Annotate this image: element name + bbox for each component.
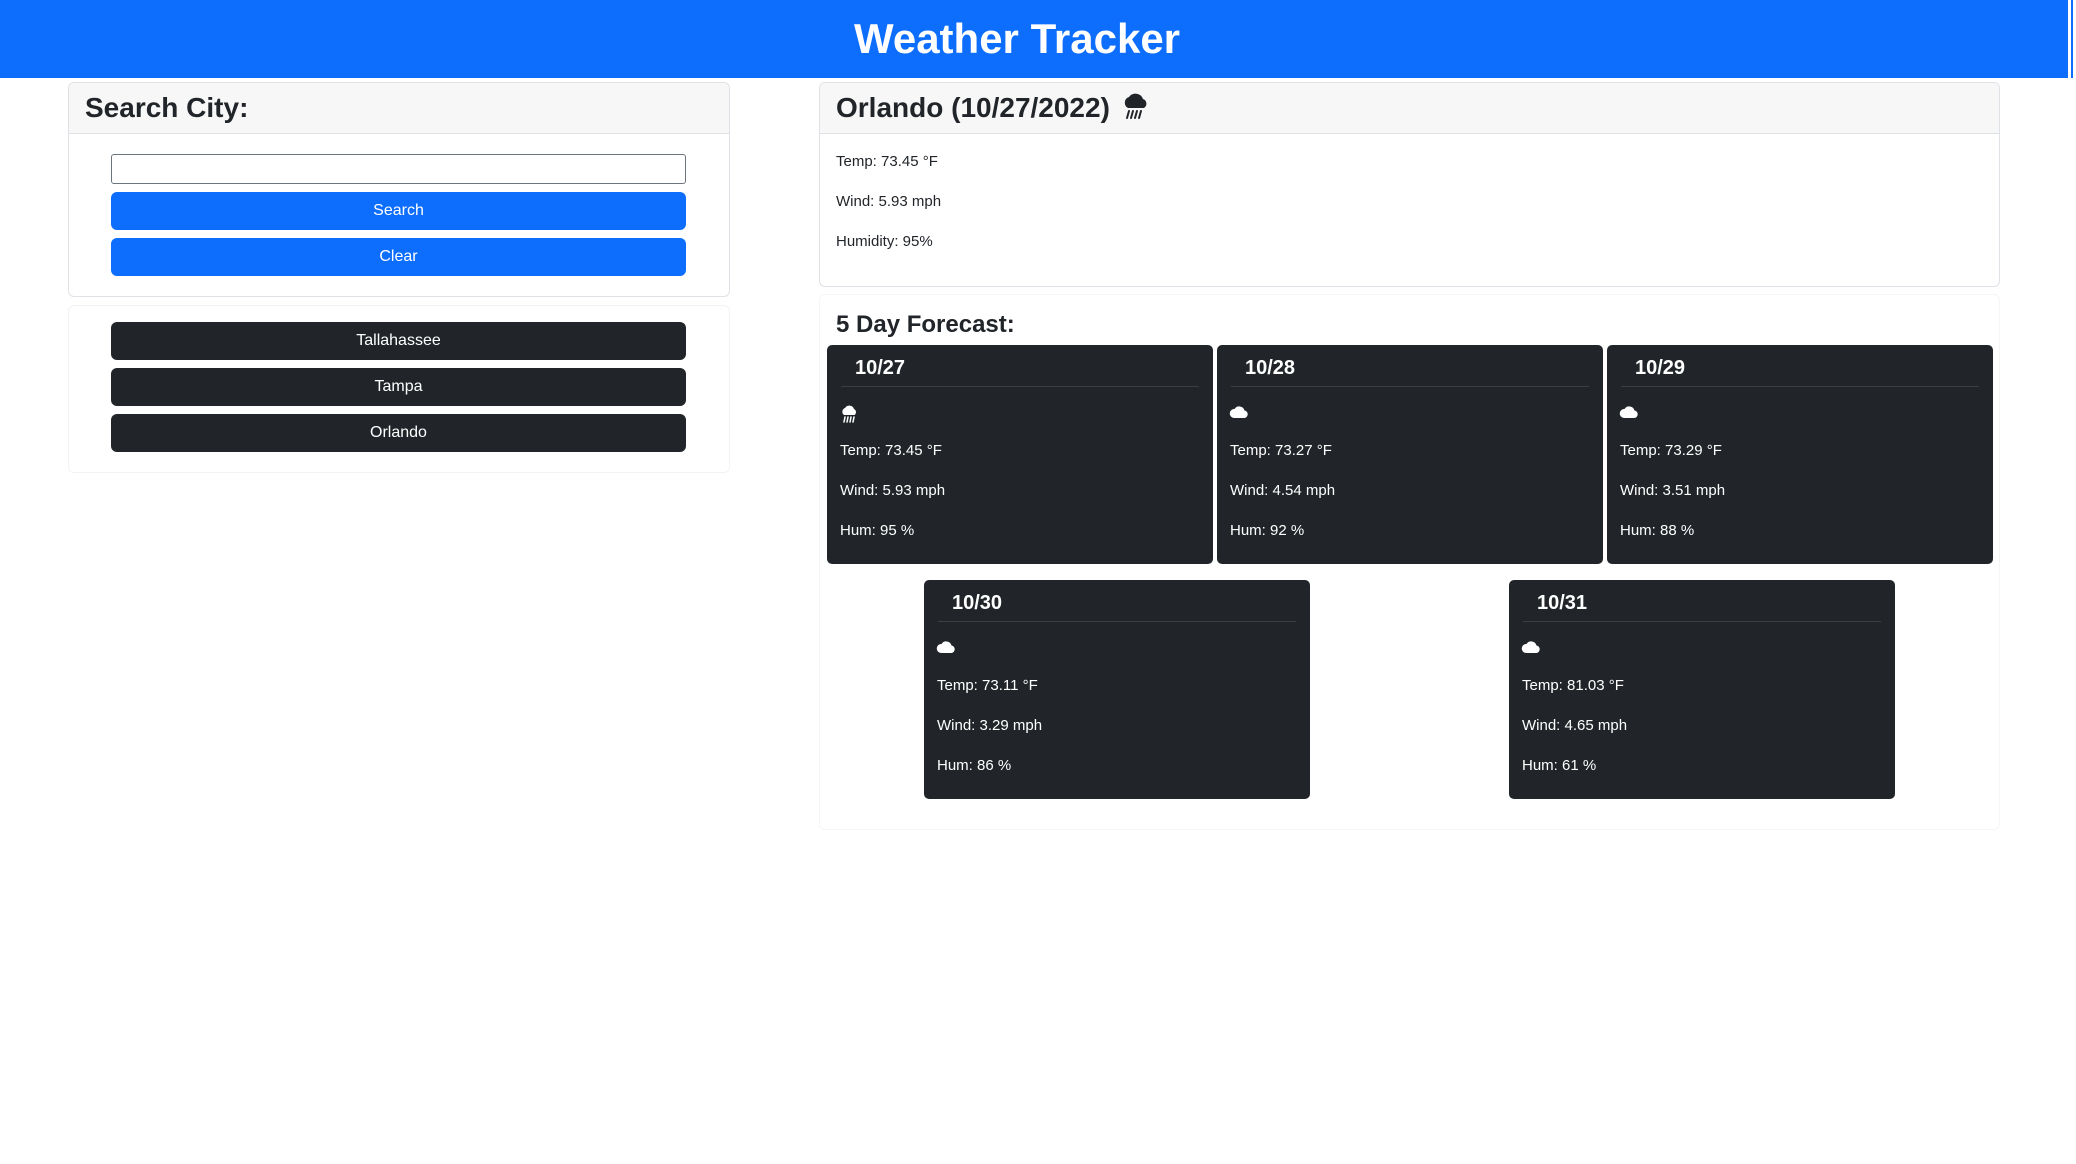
cloud-icon: [1521, 640, 1543, 658]
page-scrollbar[interactable]: [2068, 0, 2076, 1164]
forecast-title: 5 Day Forecast:: [836, 311, 1015, 338]
forecast-humidity: Hum: 88 %: [1620, 522, 1695, 539]
search-heading: Search City:: [85, 92, 249, 123]
current-wind: Wind: 5.93 mph: [836, 193, 942, 210]
current-weather-card: Orlando (10/27/2022) Temp: 73.45 °F Wind…: [819, 82, 2000, 287]
forecast-card: 10/27 Temp: 73.45 °F Wind: 5.93 mph Hum:…: [827, 345, 1213, 564]
clear-button[interactable]: Clear: [111, 238, 686, 276]
app-title: Weather Tracker: [853, 15, 1181, 62]
forecast-section: 5 Day Forecast: 10/27 Temp: 73.45 °F Win…: [819, 294, 2000, 830]
current-weather-header: Orlando (10/27/2022): [820, 83, 1999, 134]
forecast-temp: Temp: 73.29 °F: [1620, 442, 1722, 459]
app-header: Weather Tracker: [0, 0, 2076, 78]
city-search-input[interactable]: [111, 154, 686, 184]
forecast-wind: Wind: 4.65 mph: [1522, 717, 1628, 734]
search-history: Tallahassee Tampa Orlando: [68, 305, 730, 473]
forecast-date: 10/29: [1621, 353, 1979, 387]
forecast-date: 10/31: [1523, 588, 1881, 622]
cloud-icon: [1619, 405, 1641, 423]
forecast-temp: Temp: 73.11 °F: [937, 677, 1038, 694]
forecast-wind: Wind: 3.29 mph: [937, 717, 1043, 734]
search-card-body: Search Clear: [69, 134, 729, 276]
current-city-title: Orlando (10/27/2022): [836, 92, 1110, 123]
forecast-wind: Wind: 3.51 mph: [1620, 482, 1726, 499]
search-card-header: Search City:: [69, 83, 729, 134]
forecast-temp: Temp: 73.27 °F: [1230, 442, 1332, 459]
forecast-temp: Temp: 73.45 °F: [840, 442, 942, 459]
cloud-icon: [936, 640, 958, 658]
cloud-icon: [1229, 405, 1251, 423]
forecast-card: 10/30 Temp: 73.11 °F Wind: 3.29 mph Hum:…: [924, 580, 1310, 799]
forecast-humidity: Hum: 92 %: [1230, 522, 1305, 539]
forecast-card: 10/31 Temp: 81.03 °F Wind: 4.65 mph Hum:…: [1509, 580, 1895, 799]
current-temp: Temp: 73.45 °F: [836, 153, 938, 170]
rain-cloud-icon: [1120, 92, 1150, 125]
forecast-date: 10/28: [1231, 353, 1589, 387]
forecast-wind: Wind: 4.54 mph: [1230, 482, 1336, 499]
history-city-button[interactable]: Orlando: [111, 414, 686, 452]
forecast-humidity: Hum: 61 %: [1522, 757, 1597, 774]
forecast-wind: Wind: 5.93 mph: [840, 482, 946, 499]
current-weather-body: Temp: 73.45 °F Wind: 5.93 mph Humidity: …: [820, 134, 1999, 286]
search-card: Search City: Search Clear: [68, 82, 730, 297]
forecast-card: 10/29 Temp: 73.29 °F Wind: 3.51 mph Hum:…: [1607, 345, 1993, 564]
history-city-button[interactable]: Tampa: [111, 368, 686, 406]
history-city-button[interactable]: Tallahassee: [111, 322, 686, 360]
forecast-humidity: Hum: 86 %: [937, 757, 1012, 774]
forecast-temp: Temp: 81.03 °F: [1522, 677, 1624, 694]
forecast-card: 10/28 Temp: 73.27 °F Wind: 4.54 mph Hum:…: [1217, 345, 1603, 564]
rain-cloud-icon: [839, 405, 861, 423]
forecast-humidity: Hum: 95 %: [840, 522, 915, 539]
forecast-date: 10/30: [938, 588, 1296, 622]
forecast-date: 10/27: [841, 353, 1199, 387]
search-button[interactable]: Search: [111, 192, 686, 230]
current-humidity: Humidity: 95%: [836, 233, 933, 250]
